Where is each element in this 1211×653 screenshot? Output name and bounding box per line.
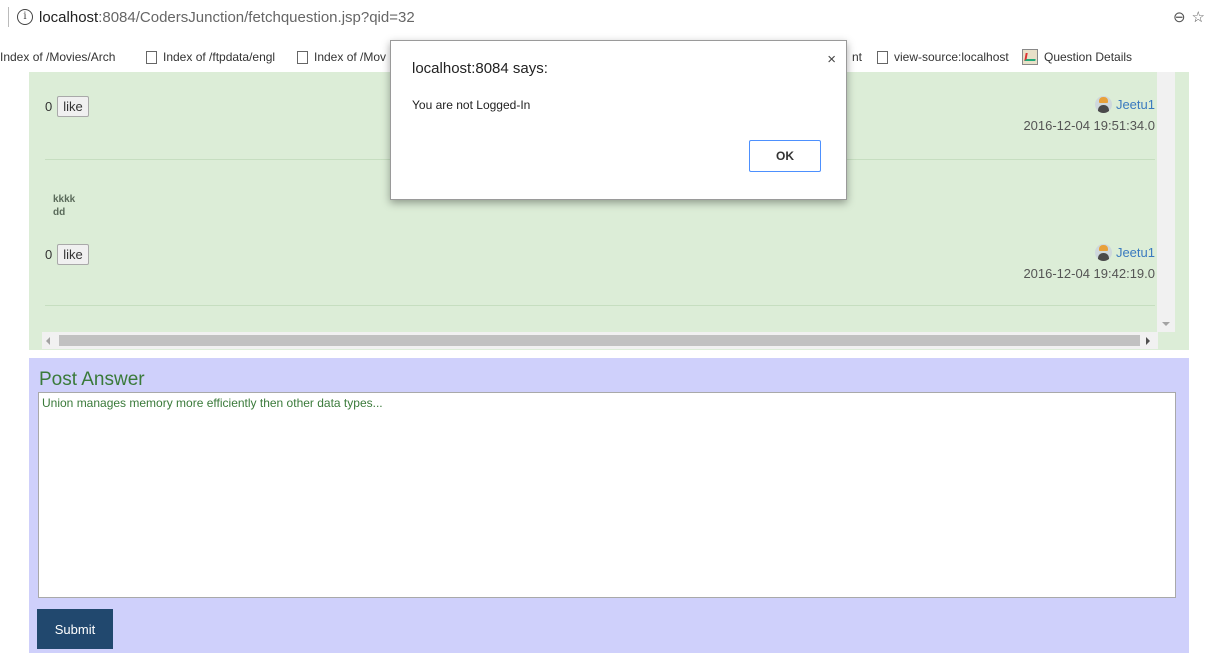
answer-item: 0 like Jeetu1 2016-12-04 19:42:19.0	[45, 244, 1155, 281]
author-name: Jeetu1	[1115, 97, 1155, 112]
ok-button[interactable]: OK	[749, 140, 821, 172]
url-row[interactable]: i localhost:8084/CodersJunction/fetchque…	[8, 6, 415, 28]
bookmark-label: Index of /Movies/Arch	[0, 50, 116, 64]
info-icon[interactable]: i	[17, 9, 33, 25]
answer-textarea[interactable]: Union manages memory more efficiently th…	[38, 392, 1176, 598]
answer-body-line: kkkk	[53, 194, 76, 205]
bookmark-item[interactable]: Index of /Movies/Arch	[0, 50, 128, 64]
vertical-scrollbar[interactable]	[1157, 72, 1175, 332]
submit-button[interactable]: Submit	[37, 609, 113, 649]
like-button[interactable]: like	[57, 244, 89, 265]
scrollbar-thumb[interactable]	[59, 335, 1140, 346]
horizontal-scrollbar[interactable]	[42, 332, 1158, 349]
like-row: 0 like	[45, 244, 1155, 265]
avatar-icon	[1094, 244, 1112, 261]
address-bar[interactable]: i localhost:8084/CodersJunction/fetchque…	[0, 0, 1211, 42]
bookmark-label: Index of /Mov	[314, 50, 387, 64]
avatar-icon	[1094, 96, 1112, 113]
bookmark-item[interactable]: Index of /Mov	[297, 50, 389, 64]
address-actions: ⊖ ☆	[1173, 8, 1205, 26]
page-icon	[146, 50, 157, 64]
dialog-title: localhost:8084 says:	[412, 60, 548, 77]
alert-dialog: localhost:8084 says: × You are not Logge…	[390, 40, 847, 200]
timestamp: 2016-12-04 19:51:34.0	[1023, 118, 1155, 133]
answer-body-line: dd	[53, 207, 66, 218]
page-icon	[877, 50, 888, 64]
close-icon[interactable]: ×	[827, 51, 836, 68]
like-count: 0	[45, 99, 53, 114]
separator	[8, 7, 9, 27]
bookmark-item[interactable]: nt	[852, 50, 872, 64]
scroll-right-icon[interactable]	[1146, 337, 1150, 345]
author-block: Jeetu1 2016-12-04 19:42:19.0	[1023, 244, 1155, 281]
bookmark-label: Question Details	[1044, 50, 1133, 64]
bookmark-item[interactable]: view-source:localhost	[877, 50, 1012, 64]
url-path: :8084/CodersJunction/fetchquestion.jsp?q…	[98, 8, 415, 26]
zoom-icon[interactable]: ⊖	[1173, 8, 1186, 26]
bookmark-item[interactable]: Index of /ftpdata/engl	[146, 50, 278, 64]
author-link[interactable]: Jeetu1	[1023, 96, 1155, 113]
dialog-message: You are not Logged-In	[412, 98, 531, 112]
question-details-icon	[1022, 49, 1038, 65]
divider	[45, 305, 1155, 306]
post-answer-title: Post Answer	[39, 369, 145, 390]
scroll-left-icon[interactable]	[46, 337, 50, 345]
answer-body: kkkk dd	[53, 193, 75, 219]
post-answer-panel: Post Answer Union manages memory more ef…	[29, 358, 1189, 653]
author-link[interactable]: Jeetu1	[1023, 244, 1155, 261]
page-icon	[297, 50, 308, 64]
bookmark-label: view-source:localhost	[894, 50, 1009, 64]
timestamp: 2016-12-04 19:42:19.0	[1023, 266, 1155, 281]
like-count: 0	[45, 247, 53, 262]
bookmark-item[interactable]: Question Details	[1022, 49, 1142, 65]
like-button[interactable]: like	[57, 96, 89, 117]
bookmark-label: nt	[852, 50, 863, 64]
bookmark-label: Index of /ftpdata/engl	[163, 50, 276, 64]
author-block: Jeetu1 2016-12-04 19:51:34.0	[1023, 96, 1155, 133]
bookmark-star-icon[interactable]: ☆	[1192, 8, 1205, 26]
url-host: localhost	[39, 8, 99, 26]
scroll-down-icon[interactable]	[1162, 322, 1170, 326]
author-name: Jeetu1	[1115, 245, 1155, 260]
